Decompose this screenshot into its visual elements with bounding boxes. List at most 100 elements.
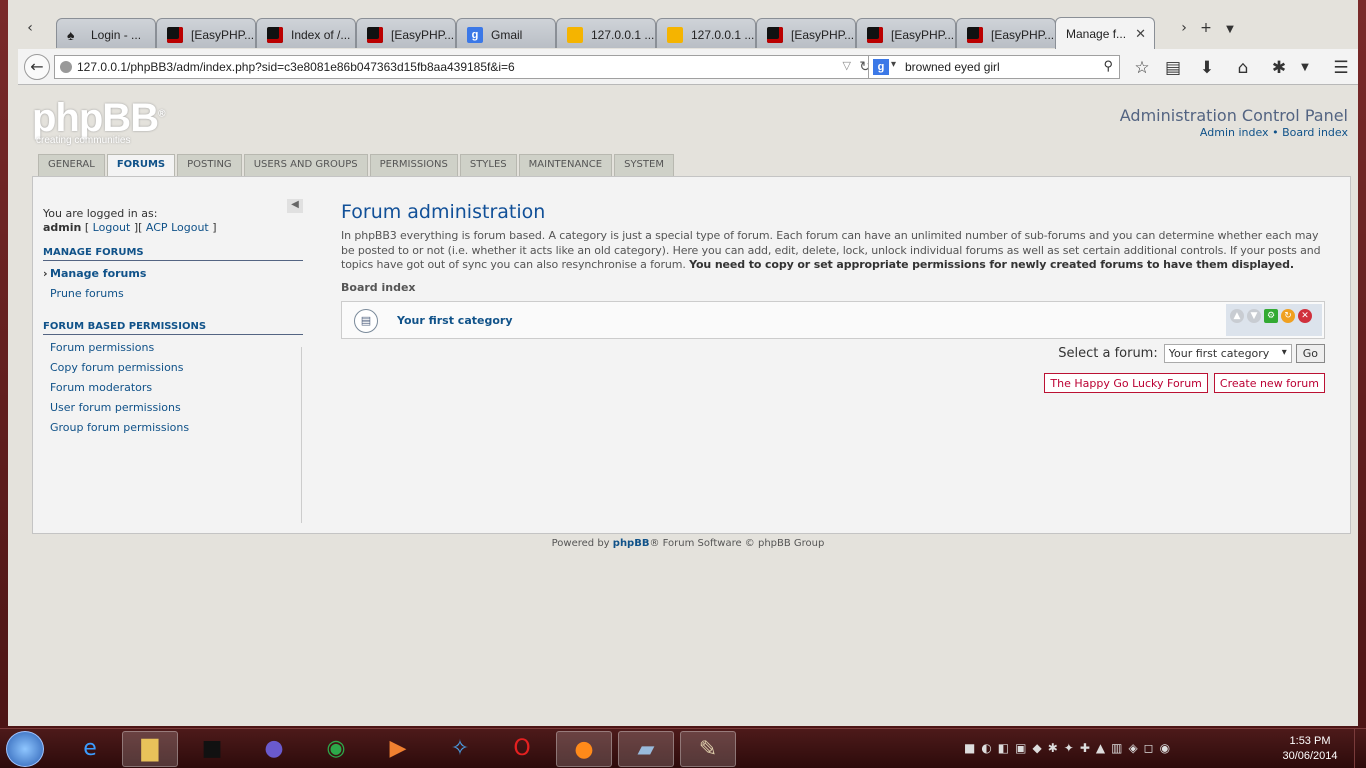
safari-icon[interactable]: ✧ xyxy=(432,731,488,767)
tab-system[interactable]: System xyxy=(614,154,674,176)
tab-7[interactable]: [EasyPHP... xyxy=(756,18,856,48)
breadcrumb[interactable]: Board index xyxy=(341,281,1325,294)
downloads-icon[interactable]: ⬇ xyxy=(1196,57,1218,79)
logout-link[interactable]: Logout xyxy=(93,221,131,234)
scroll-tabs-left-icon[interactable]: ‹ xyxy=(22,20,38,36)
search-value: browned eyed girl xyxy=(905,60,1000,74)
search-input[interactable]: g ▾ browned eyed girl ⚲ xyxy=(868,55,1120,79)
sidebar-item-forum-permissions[interactable]: Forum permissions xyxy=(50,341,303,354)
explorer-icon[interactable]: ▇ xyxy=(122,731,178,767)
bookmarks-list-icon[interactable]: ▤ xyxy=(1162,57,1184,79)
acp-panel: ◀ You are logged in as: admin [ Logout ]… xyxy=(32,176,1351,534)
start-button[interactable] xyxy=(6,731,44,767)
google-icon: g xyxy=(873,59,889,75)
easyphp-icon xyxy=(267,27,283,43)
footer: Powered by phpBB® Forum Software © phpBB… xyxy=(551,538,825,549)
easyphp-icon xyxy=(367,27,383,43)
bookmark-star-icon[interactable]: ☆ xyxy=(1131,57,1153,79)
new-forum-name-input[interactable]: The Happy Go Lucky Forum xyxy=(1044,373,1208,393)
acp-tabs: General Forums Posting Users and groups … xyxy=(38,154,676,178)
forum-select[interactable]: Your first category xyxy=(1163,344,1292,363)
forum-select-row: Select a forum: Your first category Go xyxy=(1058,344,1325,363)
phpbb-logo[interactable]: phpBB® creating communities xyxy=(32,96,166,146)
sidebar-item-copy-forum-permissions[interactable]: Copy forum permissions xyxy=(50,361,303,374)
username: admin xyxy=(43,221,82,234)
tab-users-and-groups[interactable]: Users and groups xyxy=(243,154,368,176)
tab-3[interactable]: [EasyPHP... xyxy=(356,18,456,48)
back-button[interactable]: ← xyxy=(24,54,50,80)
home-icon[interactable]: ⌂ xyxy=(1232,57,1254,79)
move-up-icon[interactable]: ▲ xyxy=(1230,308,1244,323)
media-player-icon[interactable]: ▶ xyxy=(370,731,426,767)
show-desktop-button[interactable] xyxy=(1354,729,1366,768)
board-index-link[interactable]: Board index xyxy=(1282,126,1348,139)
tab-general[interactable]: General xyxy=(38,154,105,176)
engine-dropdown-icon[interactable]: ▾ xyxy=(891,59,896,70)
page-content: phpBB® creating communities Administrati… xyxy=(18,86,1358,724)
tab-6[interactable]: 127.0.0.1 ... xyxy=(656,18,756,48)
delete-icon[interactable]: ✕ xyxy=(1298,308,1312,323)
google-icon: g xyxy=(467,27,483,43)
resync-icon[interactable]: ↻ xyxy=(1281,308,1295,323)
tab-8[interactable]: [EasyPHP... xyxy=(856,18,956,48)
page-title: Administration Control Panel xyxy=(1119,106,1348,125)
description: In phpBB3 everything is forum based. A c… xyxy=(341,229,1321,271)
menu-icon[interactable]: ☰ xyxy=(1330,57,1352,79)
paint-icon[interactable]: ✎ xyxy=(680,731,736,767)
category-link[interactable]: Your first category xyxy=(397,314,513,327)
pma-icon xyxy=(667,27,683,43)
tab-1[interactable]: [EasyPHP... xyxy=(156,18,256,48)
admin-index-link[interactable]: Admin index xyxy=(1200,126,1269,139)
scroll-tabs-right-icon[interactable]: › xyxy=(1176,20,1192,36)
chrome-icon[interactable]: ◉ xyxy=(308,731,364,767)
tab-4[interactable]: g Gmail xyxy=(456,18,556,48)
addon-dropdown-icon[interactable]: ▼ xyxy=(1294,57,1316,79)
phpbb-link[interactable]: phpBB xyxy=(613,538,650,549)
list-tabs-icon[interactable]: ▼ xyxy=(1222,24,1238,35)
address-bar[interactable]: 127.0.0.1/phpBB3/adm/index.php?sid=c3e80… xyxy=(54,55,880,79)
move-down-icon[interactable]: ▼ xyxy=(1247,308,1261,323)
main-content: Forum administration In phpBB3 everythin… xyxy=(341,201,1325,393)
tab-active[interactable]: Manage f... ✕ xyxy=(1055,17,1155,49)
firefox-icon[interactable]: ● xyxy=(556,731,612,767)
tab-2[interactable]: Index of /... xyxy=(256,18,356,48)
easyphp-icon xyxy=(767,27,783,43)
taskbar: e ▇ ■ ● ◉ ▶ ✧ O ● ▰ ✎ ■◐◧▣◆✱✦✚▲▥◈◻◉ 1:53… xyxy=(0,728,1366,768)
tab-styles[interactable]: Styles xyxy=(459,154,517,176)
notepad-icon[interactable]: ▰ xyxy=(618,731,674,767)
new-tab-icon[interactable]: + xyxy=(1198,20,1214,36)
addon-icon[interactable]: ✱ xyxy=(1268,57,1290,79)
go-button[interactable]: Go xyxy=(1295,344,1325,363)
tab-maintenance[interactable]: Maintenance xyxy=(518,154,613,176)
tab-posting[interactable]: Posting xyxy=(177,154,242,176)
system-tray[interactable]: ■◐◧▣◆✱✦✚▲▥◈◻◉ xyxy=(964,741,1176,755)
collapse-sidebar-icon[interactable]: ◀ xyxy=(287,199,303,213)
sidebar-item-user-forum-permissions[interactable]: User forum permissions xyxy=(50,401,303,414)
tab-forums[interactable]: Forums xyxy=(106,154,176,178)
tab-0[interactable]: ♠ Login - ... xyxy=(56,18,156,48)
history-dropdown-icon[interactable]: ▽ xyxy=(843,59,851,72)
header-links: Admin index • Board index xyxy=(1200,126,1348,139)
login-status: You are logged in as: admin [ Logout ][ … xyxy=(43,207,217,234)
sidebar-item-forum-moderators[interactable]: Forum moderators xyxy=(50,381,303,394)
search-icon[interactable]: ⚲ xyxy=(1103,58,1113,74)
eclipse-icon[interactable]: ● xyxy=(246,731,302,767)
sidebar-item-group-forum-permissions[interactable]: Group forum permissions xyxy=(50,421,303,434)
acp-logout-link[interactable]: ACP Logout xyxy=(146,221,209,234)
tab-permissions[interactable]: Permissions xyxy=(369,154,458,176)
close-tab-icon[interactable]: ✕ xyxy=(1135,26,1146,42)
spade-icon: ♠ xyxy=(67,27,75,43)
tab-5[interactable]: 127.0.0.1 ... xyxy=(556,18,656,48)
ie-icon[interactable]: e xyxy=(62,731,118,767)
settings-gear-icon[interactable]: ⚙ xyxy=(1264,308,1278,323)
sidebar-item-prune-forums[interactable]: Prune forums xyxy=(50,287,303,300)
section-title: Forum administration xyxy=(341,201,546,223)
opera-icon[interactable]: O xyxy=(494,731,550,767)
create-new-forum-button[interactable]: Create new forum xyxy=(1213,373,1325,393)
easyphp-icon xyxy=(967,27,983,43)
url-text: 127.0.0.1/phpBB3/adm/index.php?sid=c3e80… xyxy=(77,60,515,74)
clock[interactable]: 1:53 PM 30/06/2014 xyxy=(1280,734,1340,764)
sidebar-item-manage-forums[interactable]: Manage forums xyxy=(43,267,303,280)
tab-9[interactable]: [EasyPHP... xyxy=(956,18,1056,48)
easyphp-taskbar-icon[interactable]: ■ xyxy=(184,731,240,767)
